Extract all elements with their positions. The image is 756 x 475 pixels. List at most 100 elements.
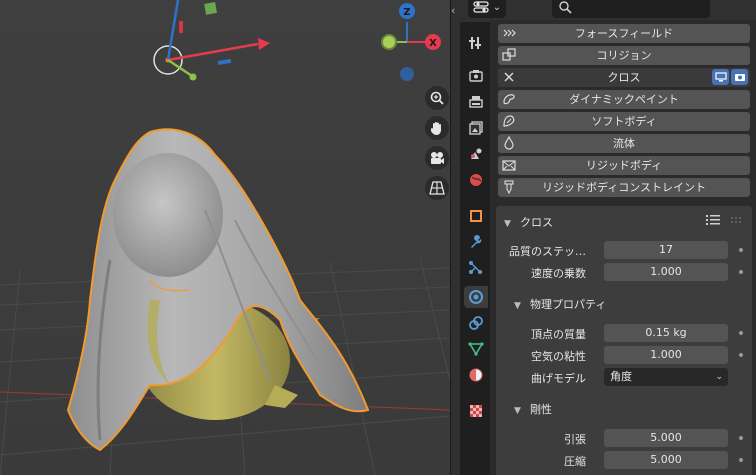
collision-icon	[502, 48, 516, 61]
tab-tool[interactable]	[464, 32, 488, 54]
gizmo-z-label: Z	[403, 7, 410, 18]
render-icon	[469, 70, 483, 82]
gizmo-x-label: X	[429, 38, 437, 49]
modifier-icon	[471, 235, 482, 248]
speed-multiplier-label: 速度の乗数	[531, 267, 586, 280]
rigid-body-constraint-icon	[504, 180, 514, 194]
tension-field[interactable]: 5.000	[604, 429, 728, 447]
view-layer-icon	[469, 121, 483, 135]
dynamic-paint-button[interactable]: ダイナミックペイント	[498, 90, 750, 109]
keyframe-dot-icon[interactable]	[738, 330, 744, 336]
render-visibility-toggle[interactable]	[731, 69, 748, 85]
keyframe-dot-icon[interactable]	[738, 269, 744, 275]
tab-constraints[interactable]	[464, 312, 488, 334]
force-field-button[interactable]: フォースフィールド	[498, 24, 750, 43]
tab-modifier[interactable]	[464, 231, 488, 253]
force-field-icon	[503, 29, 516, 37]
chevron-down-icon: ⌄	[492, 1, 502, 13]
gizmo-neg-z-axis[interactable]	[400, 67, 414, 81]
keyframe-dot-icon[interactable]	[738, 247, 744, 253]
fluid-button[interactable]: 流体	[498, 134, 750, 153]
grid-perspective-icon	[429, 181, 445, 195]
keyframe-dot-icon[interactable]	[738, 435, 744, 441]
tab-material[interactable]	[464, 364, 488, 386]
chevron-down-icon: ▼	[514, 301, 521, 311]
compression-field[interactable]: 5.000	[604, 451, 728, 469]
keyframe-dot-icon[interactable]	[738, 352, 744, 358]
properties-editor-icon	[473, 1, 489, 13]
rigid-body-icon	[502, 160, 516, 171]
vertex-mass-label: 頂点の質量	[531, 328, 586, 341]
rigid-body-button[interactable]: リジッドボディ	[498, 156, 750, 175]
quality-steps-field[interactable]: 17	[604, 241, 728, 259]
close-icon[interactable]	[502, 70, 516, 84]
tab-output[interactable]	[464, 91, 488, 113]
rigid-body-constraint-button[interactable]: リジッドボディコンストレイント	[498, 178, 750, 197]
tab-render[interactable]	[464, 65, 488, 87]
collision-button[interactable]: コリジョン	[498, 46, 750, 65]
dynamic-paint-icon	[503, 94, 515, 105]
tension-label: 引張	[564, 433, 586, 446]
tab-view-layer[interactable]	[464, 117, 488, 139]
pan-button[interactable]	[425, 116, 449, 140]
soft-body-icon	[503, 115, 515, 127]
object-icon	[470, 210, 482, 222]
drag-handle-icon[interactable]	[730, 217, 742, 223]
properties-editor: ⌄ フォースフィールド コリジョン クロス ダイナミックペイント ソフトボディ …	[460, 0, 756, 475]
material-icon	[469, 368, 483, 382]
zoom-icon	[430, 91, 444, 105]
quality-steps-label: 品質のステッ…	[509, 245, 586, 258]
chevron-down-icon: ▼	[504, 219, 511, 229]
particles-icon	[469, 261, 482, 274]
viewport-scene[interactable]: Z X	[0, 0, 450, 475]
area-divider[interactable]	[450, 0, 460, 475]
vertex-mass-field[interactable]: 0.15 kg	[604, 324, 728, 342]
speed-multiplier-field[interactable]: 1.000	[604, 263, 728, 281]
physics-properties-content: フォースフィールド コリジョン クロス ダイナミックペイント ソフトボディ 流体	[490, 20, 756, 475]
tab-texture[interactable]	[464, 400, 488, 422]
cloth-panel: ▼ クロス 品質のステッ… 17 速度の乗数 1.000 ▼ 物理プロパティ 頂点の…	[496, 206, 752, 475]
tab-scene[interactable]	[464, 143, 488, 165]
compression-label: 圧縮	[564, 455, 586, 468]
properties-tabs	[460, 22, 490, 475]
bending-model-select[interactable]: 角度 ⌄	[604, 368, 728, 386]
tab-physics[interactable]	[464, 286, 488, 308]
cloth-panel-header[interactable]: ▼ クロス	[504, 214, 553, 230]
tab-object[interactable]	[464, 205, 488, 227]
data-icon	[468, 342, 484, 356]
chevron-down-icon: ⌄	[715, 372, 723, 382]
air-viscosity-label: 空気の粘性	[531, 350, 586, 363]
soft-body-button[interactable]: ソフトボディ	[498, 112, 750, 131]
keyframe-dot-icon[interactable]	[738, 457, 744, 463]
editor-type-selector[interactable]: ⌄	[468, 0, 506, 18]
scene-icon	[471, 148, 482, 159]
bending-model-label: 曲げモデル	[531, 372, 586, 385]
fluid-icon	[504, 136, 514, 150]
viewport-visibility-toggle[interactable]	[712, 69, 729, 85]
properties-header: ⌄	[460, 0, 756, 20]
zoom-button[interactable]	[425, 86, 449, 110]
tool-icon	[469, 37, 481, 49]
collapse-arrow-icon[interactable]: ‹	[451, 4, 455, 17]
perspective-toggle-button[interactable]	[425, 176, 449, 200]
chevron-down-icon: ▼	[514, 406, 521, 416]
camera-icon	[734, 74, 745, 81]
world-icon	[470, 174, 482, 186]
texture-icon	[470, 405, 482, 417]
physical-properties-header[interactable]: ▼ 物理プロパティ	[514, 296, 606, 312]
tab-data[interactable]	[464, 338, 488, 360]
cloth-button[interactable]: クロス	[498, 68, 750, 87]
tab-particles[interactable]	[464, 257, 488, 279]
constraints-icon	[469, 316, 483, 330]
hand-icon	[431, 122, 441, 135]
tab-world[interactable]	[464, 169, 488, 191]
physics-icon	[469, 290, 483, 304]
air-viscosity-field[interactable]: 1.000	[604, 346, 728, 364]
presets-list-icon[interactable]	[706, 214, 720, 226]
stiffness-header[interactable]: ▼ 剛性	[514, 401, 552, 417]
search-icon	[559, 1, 572, 14]
search-input[interactable]	[552, 0, 710, 18]
camera-icon	[431, 152, 444, 164]
camera-view-button[interactable]	[425, 146, 449, 170]
3d-viewport[interactable]: Z X	[0, 0, 450, 475]
